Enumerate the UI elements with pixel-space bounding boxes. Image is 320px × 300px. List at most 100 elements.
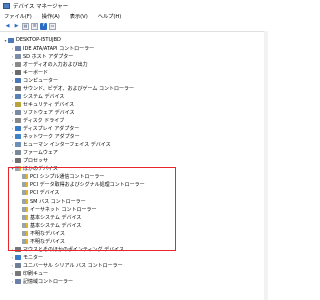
tree-item-label: ほかのデバイス: [23, 166, 58, 173]
help-icon[interactable]: ?: [40, 22, 47, 30]
device-category[interactable]: › モニター: [10, 253, 43, 261]
tree-item-label: イーサネット コントローラー: [30, 206, 97, 213]
device-category-icon: [15, 254, 21, 260]
device-category-icon: [15, 109, 21, 115]
toolbar: ◀ ▶ ▤ ☰ ? ▭: [0, 21, 268, 32]
device-category[interactable]: › キーボード: [10, 68, 48, 76]
monitor-icon[interactable]: ▭: [49, 22, 56, 30]
tree-item-label: DESKTOP-I5TUJBD: [16, 37, 61, 43]
unknown-device[interactable]: PCI シンプル通信コントローラー: [17, 173, 104, 181]
tree-item-label: 基本システム デバイス: [30, 222, 82, 229]
tree-item-label: ヒューマン インターフェイス デバイス: [23, 142, 111, 149]
device-category-icon: [15, 45, 21, 51]
device-category[interactable]: › ユニバーサル シリアル バス コントローラー: [10, 261, 123, 269]
tree-item-label: ディスプレイ アダプター: [23, 126, 80, 133]
device-category-icon: [15, 262, 21, 268]
computer-icon: [8, 37, 14, 43]
warning-device-icon: [22, 174, 28, 180]
window-title: デバイス マネージャー: [13, 4, 69, 10]
unknown-device[interactable]: 不明なデバイス: [17, 229, 65, 237]
device-category-icon: [15, 93, 21, 99]
tree-item-label: PCI デバイス: [30, 190, 60, 197]
device-category[interactable]: › IDE ATA/ATAPI コントローラー: [10, 44, 94, 52]
device-category-icon: [15, 101, 21, 107]
device-category[interactable]: › オーディオの入力および出力: [10, 60, 88, 68]
back-icon[interactable]: ◀: [4, 23, 11, 30]
device-category-icon: [15, 158, 21, 164]
tree-root[interactable]: ▾ DESKTOP-I5TUJBD: [3, 36, 61, 44]
tree-item-label: ファームウェア: [23, 150, 58, 157]
device-category[interactable]: › マウスとそのほかのポインティング デバイス: [10, 245, 124, 253]
device-category[interactable]: › ディスク ドライブ: [10, 117, 64, 125]
device-category-icon: [15, 279, 21, 284]
unknown-device[interactable]: 基本システム デバイス: [17, 213, 81, 221]
tree-item-label: 不明なデバイス: [30, 230, 65, 237]
tree-item-label: PCI シンプル通信コントローラー: [30, 174, 105, 181]
menu-help[interactable]: ヘルプ(H): [98, 13, 122, 20]
device-category[interactable]: › コンピューター: [10, 76, 58, 84]
warning-device-icon: [22, 206, 28, 212]
device-category[interactable]: › SD ホスト アダプター: [10, 52, 73, 60]
device-category[interactable]: › システム デバイス: [10, 92, 64, 100]
tree-item-label: サウンド、ビデオ、およびゲーム コントローラー: [23, 85, 134, 92]
menu-view[interactable]: 表示(V): [70, 13, 88, 20]
device-category[interactable]: › ファームウェア: [10, 149, 58, 157]
warning-device-icon: [22, 182, 28, 188]
device-category-icon: [15, 85, 21, 91]
device-category[interactable]: › プロセッサ: [10, 157, 48, 165]
tree-item-label: モニター: [23, 254, 44, 261]
warning-device-icon: [22, 214, 28, 220]
tree-item-label: コンピューター: [23, 77, 59, 84]
tree-item-label: ユニバーサル シリアル バス コントローラー: [23, 262, 123, 269]
device-category[interactable]: › サウンド、ビデオ、およびゲーム コントローラー: [10, 84, 134, 92]
device-category-icon: [15, 270, 21, 276]
tree-item-label: PCI データ取得およびシグナル処理コントローラー: [30, 182, 145, 189]
tree-item-label: プロセッサ: [23, 158, 49, 165]
device-category-other[interactable]: ▾ ほかのデバイス: [10, 165, 58, 173]
warning-device-icon: [22, 190, 28, 196]
device-category-icon: [15, 77, 21, 83]
device-category[interactable]: › ヒューマン インターフェイス デバイス: [10, 141, 111, 149]
device-category[interactable]: › 印刷キュー: [10, 269, 48, 277]
tree-item-label: キーボード: [23, 69, 49, 76]
warning-device-icon: [22, 198, 28, 204]
device-category-icon: [15, 142, 21, 148]
tree-item-label: IDE ATA/ATAPI コントローラー: [23, 45, 95, 52]
properties-icon[interactable]: ▤: [22, 22, 29, 30]
menu-action[interactable]: 操作(A): [42, 13, 60, 20]
warning-device-icon: [22, 222, 28, 228]
unknown-device[interactable]: 基本システム デバイス: [17, 221, 81, 229]
device-category[interactable]: › ソフトウェア デバイス: [10, 108, 74, 116]
device-category[interactable]: › ネットワーク アダプター: [10, 133, 80, 141]
tree-item-label: オーディオの入力および出力: [23, 61, 88, 68]
tree-item-label: 印刷キュー: [23, 270, 49, 277]
menu-bar: ファイル(F) 操作(A) 表示(V) ヘルプ(H): [0, 12, 127, 21]
tree-item-label: ネットワーク アダプター: [23, 134, 80, 141]
forward-icon[interactable]: ▶: [13, 23, 20, 30]
tree-item-label: システム デバイス: [23, 93, 65, 100]
unknown-device[interactable]: イーサネット コントローラー: [17, 205, 97, 213]
tree-item-label: ディスク ドライブ: [23, 118, 65, 124]
device-category[interactable]: › 記憶域コントローラー: [10, 278, 73, 286]
device-category[interactable]: › セキュリティ デバイス: [10, 100, 74, 108]
tree-item-label: マウスとそのほかのポインティング デバイス: [23, 246, 124, 253]
tree-item-label: 基本システム デバイス: [30, 214, 82, 221]
unknown-device[interactable]: PCI デバイス: [17, 189, 59, 197]
device-category[interactable]: › ディスプレイ アダプター: [10, 125, 79, 133]
vertical-scrollbar[interactable]: [264, 31, 268, 300]
device-category-icon: [15, 61, 21, 67]
device-manager-window: デバイス マネージャー ファイル(F) 操作(A) 表示(V) ヘルプ(H) ◀…: [0, 0, 268, 300]
tree-item-label: ソフトウェア デバイス: [23, 109, 75, 116]
device-category-icon: [15, 150, 21, 156]
device-category-icon: [15, 53, 21, 59]
warning-device-icon: [22, 230, 28, 236]
unknown-device[interactable]: PCI データ取得およびシグナル処理コントローラー: [17, 181, 145, 189]
list-icon[interactable]: ☰: [31, 22, 38, 30]
unknown-device[interactable]: SM バス コントローラー: [17, 197, 86, 205]
menu-file[interactable]: ファイル(F): [4, 13, 32, 20]
tree-item-label: 不明なデバイス: [30, 238, 65, 245]
device-category-icon: [15, 246, 21, 252]
device-category-icon: [15, 118, 21, 123]
unknown-device[interactable]: 不明なデバイス: [17, 237, 65, 245]
device-category-icon: [15, 134, 21, 140]
